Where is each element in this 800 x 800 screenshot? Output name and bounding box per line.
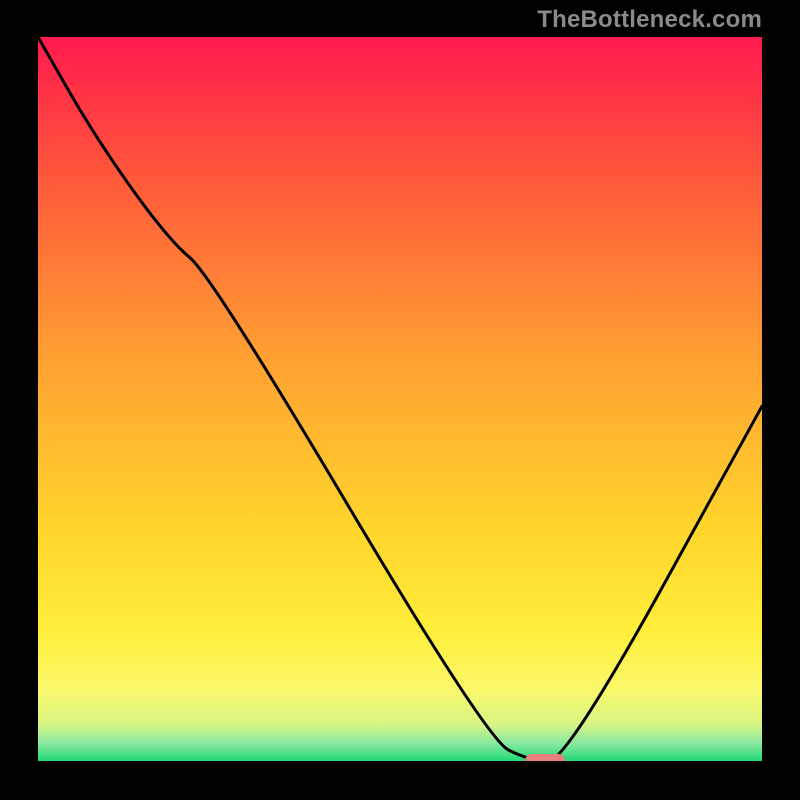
bottleneck-curve: [38, 37, 762, 761]
plot-area: [38, 37, 762, 761]
watermark-text: TheBottleneck.com: [537, 6, 762, 34]
chart-frame: TheBottleneck.com: [0, 0, 800, 800]
optimum-marker: [525, 754, 565, 761]
